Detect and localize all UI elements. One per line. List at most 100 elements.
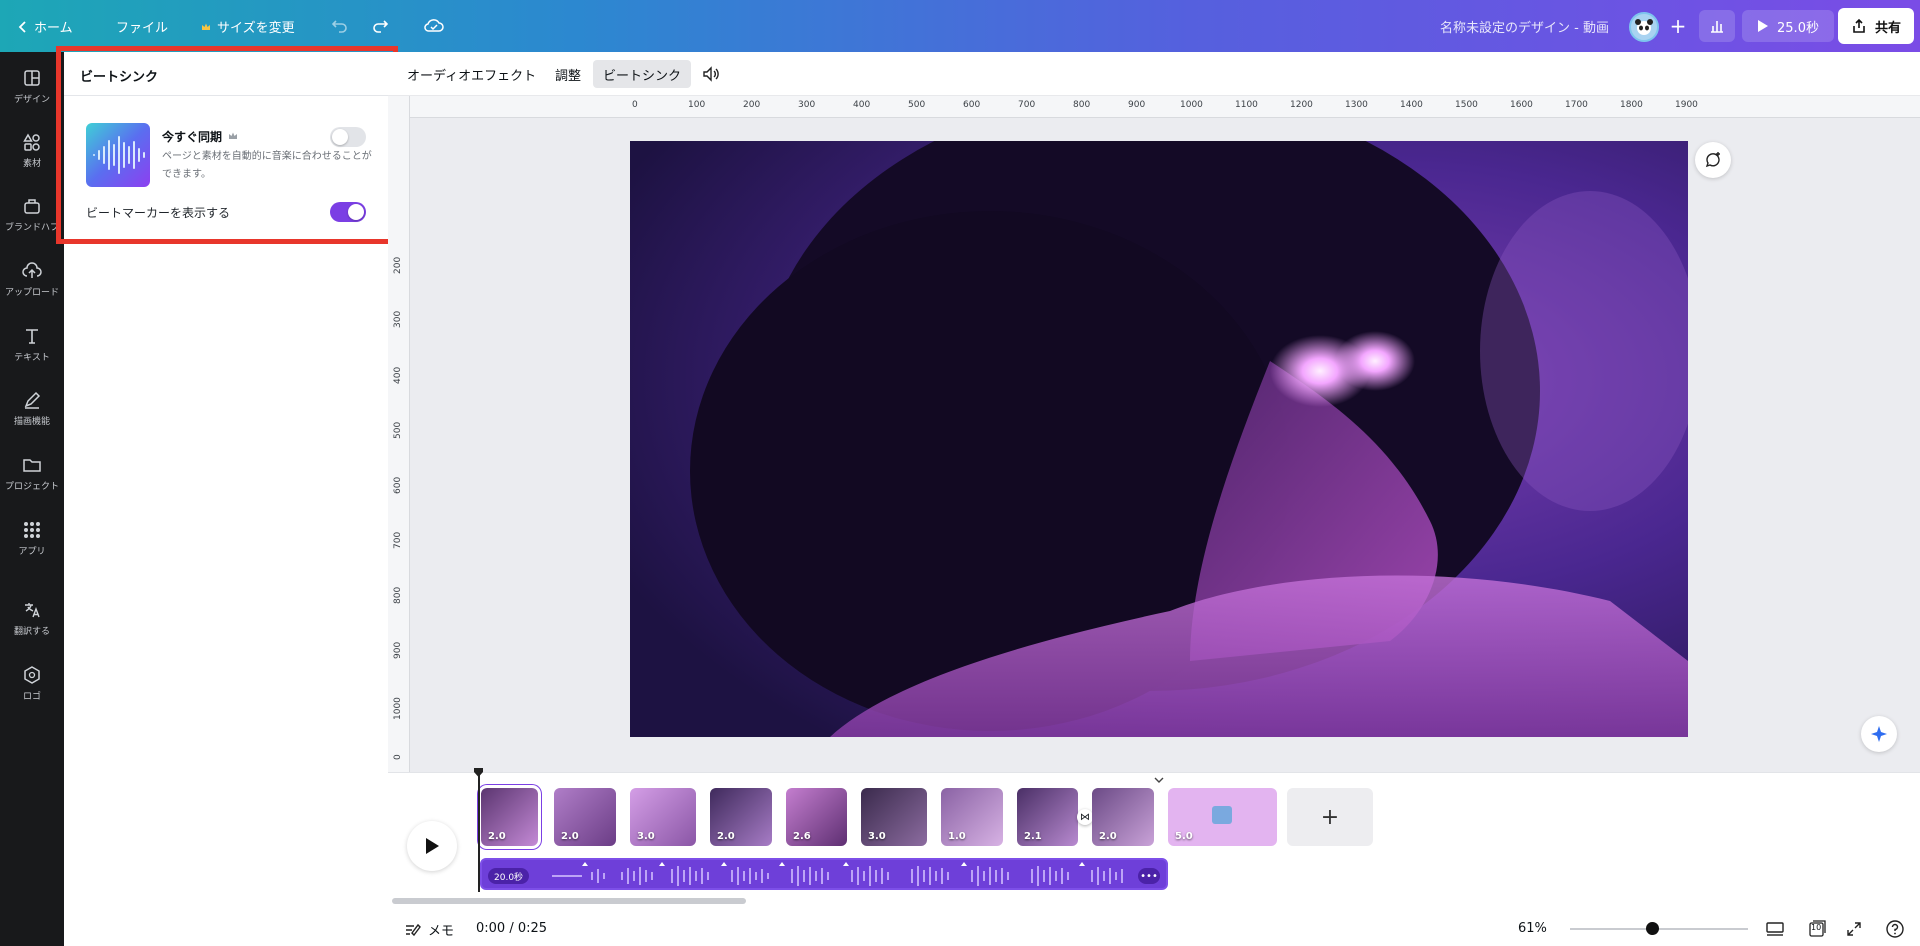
transition-icon[interactable]: ⋈	[1077, 809, 1093, 825]
playhead-handle-icon[interactable]	[473, 767, 484, 778]
invite-plus-button[interactable]: +	[1664, 12, 1692, 40]
grid-view-button[interactable]	[1764, 918, 1786, 940]
audio-more-button[interactable]: •••	[1138, 868, 1160, 884]
add-page-button[interactable]: +	[1287, 788, 1373, 846]
clip-duration: 3.0	[637, 831, 655, 842]
help-icon	[1886, 920, 1904, 938]
sync-now-toggle[interactable]	[330, 127, 366, 147]
redo-icon[interactable]	[372, 16, 390, 34]
ruler-mark: 1200	[1290, 100, 1313, 110]
preview-play-button[interactable]: 25.0秒	[1742, 10, 1834, 42]
file-menu-button[interactable]: ファイル	[116, 17, 168, 36]
video-canvas[interactable]	[630, 141, 1688, 737]
playhead[interactable]	[478, 768, 480, 892]
panel-divider	[64, 95, 388, 96]
ruler-mark: 1000	[393, 697, 403, 720]
timeline-clip[interactable]: 2.1	[1017, 788, 1078, 846]
logo-icon	[24, 666, 40, 684]
timeline-play-button[interactable]	[407, 821, 457, 871]
rail-item-elements[interactable]: 素材	[0, 132, 64, 169]
page-count: 10	[1811, 923, 1822, 932]
toggle-knob	[332, 129, 348, 145]
beat-sync-button[interactable]: ビートシンク	[593, 60, 692, 88]
file-label: ファイル	[116, 21, 169, 36]
share-label: 共有	[1874, 20, 1901, 36]
rail-item-brand-hub[interactable]: ブランドハブ	[0, 196, 64, 233]
rail-label: 翻訳する	[13, 627, 50, 637]
waveform-thumbnail-icon	[86, 123, 150, 187]
undo-icon[interactable]	[330, 16, 348, 34]
timeline-clip[interactable]: 2.0	[478, 785, 541, 849]
resize-label: サイズを変更	[217, 21, 295, 36]
upload-icon	[22, 262, 42, 278]
rail-item-text[interactable]: テキスト	[0, 326, 64, 363]
share-icon	[1853, 18, 1865, 33]
rail-item-apps[interactable]: アプリ	[0, 520, 64, 557]
ruler-mark: 0	[393, 754, 403, 760]
audio-effects-button[interactable]: オーディオエフェクト	[397, 60, 546, 88]
ruler-mark: 400	[393, 366, 403, 384]
timeline-collapse-chevron-icon[interactable]	[1150, 771, 1168, 783]
sync-thumbnail	[86, 123, 150, 187]
help-button[interactable]	[1884, 918, 1906, 940]
timeline-clip[interactable]: 5.0	[1168, 788, 1277, 846]
magic-assistant-button[interactable]	[1861, 716, 1897, 752]
clip-duration: 3.0	[868, 831, 886, 842]
volume-button[interactable]	[692, 60, 730, 88]
timeline-clip[interactable]: 2.0	[710, 788, 772, 846]
timeline-clip[interactable]: 1.0	[941, 788, 1003, 846]
rail-label: プロジェクト	[4, 482, 59, 492]
timeline-scrollbar[interactable]	[392, 898, 746, 904]
rail-item-draw[interactable]: 描画機能	[0, 390, 64, 427]
insights-button[interactable]	[1699, 10, 1735, 42]
sparkle-icon	[1871, 726, 1887, 742]
timeline-clip[interactable]: 2.0	[1092, 788, 1154, 846]
cloud-saved-icon[interactable]	[423, 16, 445, 34]
zoom-slider-handle[interactable]	[1646, 922, 1659, 935]
share-button[interactable]: 共有	[1838, 8, 1914, 44]
document-title[interactable]: 名称未設定のデザイン - 動画	[1440, 17, 1609, 36]
ruler-mark: 500	[393, 421, 403, 439]
rail-item-design[interactable]: デザイン	[0, 68, 64, 105]
playback-time: 0:00 / 0:25	[476, 921, 548, 936]
rail-item-projects[interactable]: プロジェクト	[0, 455, 64, 492]
bottom-bar	[388, 908, 1920, 946]
timeline-clip[interactable]: 3.0	[630, 788, 696, 846]
clip-duration: 2.1	[1024, 831, 1042, 842]
fullscreen-button[interactable]	[1843, 918, 1865, 940]
page-count-button[interactable]: 10	[1806, 918, 1828, 940]
clip-duration: 2.0	[717, 831, 735, 842]
bar-chart-icon	[1711, 21, 1723, 33]
timeline-clip[interactable]: 2.6	[786, 788, 847, 846]
rail-item-logo[interactable]: ロゴ	[0, 665, 64, 702]
add-comment-button[interactable]	[1695, 142, 1731, 178]
timeline-clip[interactable]: 2.0	[554, 788, 616, 846]
ruler-mark: 700	[393, 531, 403, 549]
timeline-clip[interactable]: 3.0	[861, 788, 927, 846]
left-rail: デザイン 素材 ブランドハブ アップロード テキスト 描画機能 プロジェクト ア…	[0, 52, 64, 946]
crown-icon	[201, 22, 211, 32]
audio-track[interactable]: 20.0秒 •••	[480, 858, 1168, 890]
plus-icon: +	[1669, 14, 1687, 38]
zoom-slider-track[interactable]	[1570, 928, 1748, 930]
page-view-icon	[1766, 922, 1784, 936]
rail-item-upload[interactable]: アップロード	[0, 261, 64, 298]
beat-marker-label: ビートマーカーを表示する	[86, 206, 231, 220]
ruler-mark: 700	[1018, 100, 1036, 110]
clip-thumbnail	[1212, 806, 1232, 824]
expand-icon	[1847, 922, 1861, 936]
rail-item-translate[interactable]: 翻訳する	[0, 600, 64, 637]
home-button[interactable]: ホーム	[18, 17, 73, 36]
beat-sync-panel: ビートシンク 今すぐ同期 ページと素材を自動的に音楽に合わせることができます。 …	[64, 52, 388, 946]
rail-label: アップロード	[4, 288, 59, 298]
beat-marker-toggle[interactable]	[330, 202, 366, 222]
resize-button[interactable]: サイズを変更	[201, 17, 295, 36]
ruler-mark: 500	[908, 100, 926, 110]
notes-label: メモ	[428, 924, 455, 939]
clip-duration: 5.0	[1175, 831, 1193, 842]
avatar[interactable]	[1629, 12, 1659, 42]
rail-label: 描画機能	[13, 417, 50, 427]
notes-button[interactable]: メモ	[404, 920, 454, 939]
zoom-percentage[interactable]: 61%	[1518, 921, 1547, 936]
adjust-button[interactable]: 調整	[545, 60, 591, 88]
